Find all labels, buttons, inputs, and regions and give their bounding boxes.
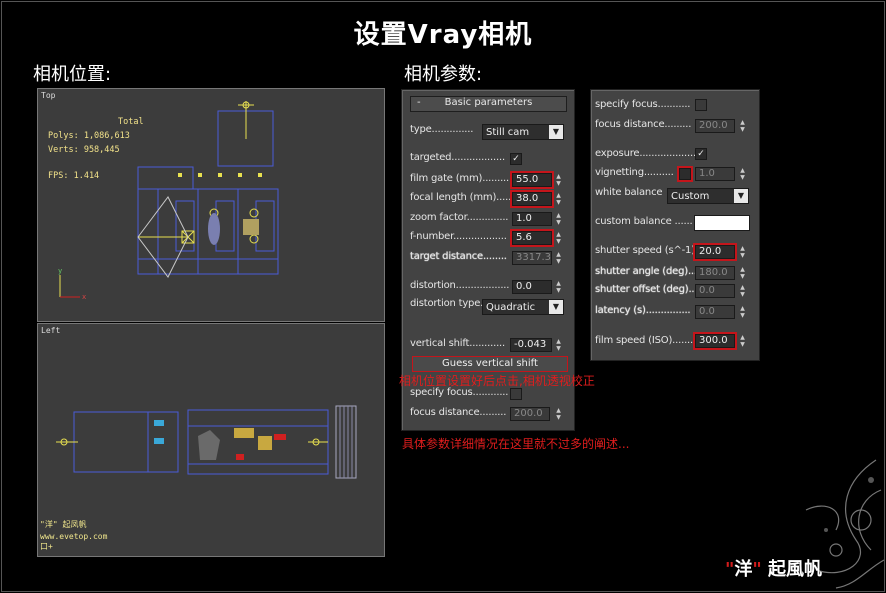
camera-params-heading: 相机参数: <box>404 64 483 85</box>
page-title: 设置Vray相机 <box>353 20 533 50</box>
f-number-label: f-number.................. <box>410 231 507 242</box>
params-note-annotation: 具体参数详细情况在这里就不过多的阐述... <box>402 437 630 451</box>
target-distance-spinner[interactable]: ▲ ▼ <box>555 251 562 265</box>
exposure-label: exposure................... <box>595 148 696 159</box>
basic-parameters-rollout[interactable]: - Basic parameters <box>410 96 567 112</box>
exposure-checkbox[interactable]: ✓ <box>695 148 707 160</box>
film-gate-input[interactable]: 55.0 <box>510 171 554 189</box>
film-speed-spinner[interactable]: ▲ ▼ <box>739 334 746 348</box>
specify-focus-checkbox[interactable] <box>510 388 522 400</box>
shutter-speed-input[interactable]: 20.0 <box>693 243 737 261</box>
chevron-down-icon[interactable]: ▼ <box>734 189 748 203</box>
vignetting-input[interactable]: 1.0 <box>695 167 735 181</box>
latency-label: latency (s)............... <box>595 305 691 316</box>
distortion-label: distortion.................. <box>410 280 510 291</box>
vignetting-spinner[interactable]: ▲ ▼ <box>739 167 746 181</box>
focus-distance-label: focus distance......... <box>410 407 507 418</box>
signature-name-2: 起風帆 <box>761 559 823 580</box>
film-gate-spinner[interactable]: ▲ ▼ <box>555 173 562 187</box>
vertical-shift-label: vertical shift............ <box>410 338 506 349</box>
viewport-top[interactable]: Top Total Polys: 1,086,613 Verts: 958,44… <box>37 88 385 322</box>
signature-quote-open: " <box>725 559 735 580</box>
shutter-angle-input[interactable]: 180.0 <box>695 266 735 280</box>
focus-distance-input-b[interactable]: 200.0 <box>695 119 735 133</box>
shutter-offset-label: shutter offset (deg).. <box>595 284 695 295</box>
distortion-input[interactable]: 0.0 <box>512 280 552 294</box>
shutter-offset-input[interactable]: 0.0 <box>695 284 735 298</box>
film-speed-label: film speed (ISO)........ <box>595 335 696 346</box>
viewport-left[interactable]: Left "洋" 起凤帆 www.evetop.com 口+ <box>37 323 385 557</box>
shutter-angle-label: shutter angle (deg)... <box>595 266 697 277</box>
focal-length-input[interactable]: 38.0 <box>510 190 554 208</box>
author-signature: "洋" 起風帆 <box>725 555 822 581</box>
film-gate-label: film gate (mm)........... <box>410 173 515 184</box>
vertical-shift-input[interactable]: -0.043 <box>510 338 552 352</box>
shutter-speed-label: shutter speed (s^-1). <box>595 245 698 256</box>
camera-type-value: Still cam <box>486 127 530 138</box>
distortion-spinner[interactable]: ▲ ▼ <box>555 280 562 294</box>
white-balance-label: white balance <box>595 187 663 198</box>
top-view-floorplan: y x <box>58 101 279 301</box>
watermark-name: "洋" 起凤帆 <box>40 520 87 529</box>
distortion-type-value: Quadratic <box>486 302 536 313</box>
focus-distance-input[interactable]: 200.0 <box>510 407 550 421</box>
shutter-speed-spinner[interactable]: ▲ ▼ <box>739 245 746 259</box>
guess-shift-annotation: 相机位置设置好后点击,相机透视校正 <box>399 374 595 388</box>
zoom-factor-spinner[interactable]: ▲ ▼ <box>555 212 562 226</box>
custom-balance-label: custom balance ...... <box>595 216 693 227</box>
watermark-url: www.evetop.com <box>40 532 108 541</box>
chevron-down-icon[interactable]: ▼ <box>549 300 563 314</box>
exposure-panel: specify focus........... focus distance.… <box>590 89 760 361</box>
specify-focus-checkbox-b[interactable] <box>695 99 707 111</box>
white-balance-value: Custom <box>671 191 710 202</box>
watermark-mark: 口+ <box>40 542 53 551</box>
targeted-checkbox[interactable]: ✓ <box>510 153 522 165</box>
signature-name-1: 洋 <box>734 559 753 580</box>
focus-distance-spinner-b[interactable]: ▲ ▼ <box>739 119 746 133</box>
shutter-angle-spinner[interactable]: ▲ ▼ <box>739 266 746 280</box>
left-view-elevation <box>56 405 357 479</box>
custom-balance-swatch[interactable] <box>694 215 750 231</box>
focal-length-spinner[interactable]: ▲ ▼ <box>555 192 562 206</box>
shutter-offset-spinner[interactable]: ▲ ▼ <box>739 284 746 298</box>
targeted-label: targeted.................. <box>410 152 505 163</box>
camera-type-dropdown[interactable]: Still cam ▼ <box>482 124 564 140</box>
film-speed-input[interactable]: 300.0 <box>693 332 737 350</box>
target-distance-label: target distance........ <box>410 251 507 262</box>
focus-distance-spinner[interactable]: ▲ ▼ <box>555 407 562 421</box>
f-number-input[interactable]: 5.6 <box>510 229 554 247</box>
target-distance-input[interactable]: 3317.3 <box>512 251 552 265</box>
rollout-title: Basic parameters <box>444 97 533 108</box>
focal-length-label: focal length (mm)..... <box>410 192 512 203</box>
svg-text:x: x <box>82 293 86 301</box>
distortion-type-dropdown[interactable]: Quadratic ▼ <box>482 299 564 315</box>
signature-quote-close: " <box>752 559 762 580</box>
vignetting-checkbox[interactable] <box>677 166 693 182</box>
chevron-down-icon[interactable]: ▼ <box>549 125 563 139</box>
focus-distance-label-b: focus distance......... <box>595 119 692 130</box>
zoom-factor-label: zoom factor.............. <box>410 212 509 223</box>
white-balance-dropdown[interactable]: Custom ▼ <box>667 188 749 204</box>
latency-input[interactable]: 0.0 <box>695 305 735 319</box>
specify-focus-label-b: specify focus........... <box>595 99 691 110</box>
f-number-spinner[interactable]: ▲ ▼ <box>555 231 562 245</box>
vignetting-label: vignetting.......... <box>595 167 674 178</box>
distortion-type-label: distortion type. <box>410 298 484 309</box>
svg-text:y: y <box>58 267 62 275</box>
zoom-factor-input[interactable]: 1.0 <box>512 212 552 226</box>
camera-position-heading: 相机位置: <box>33 64 112 85</box>
guess-vertical-shift-button[interactable]: Guess vertical shift <box>412 356 568 372</box>
type-label: type.............. <box>410 124 474 135</box>
latency-spinner[interactable]: ▲ ▼ <box>739 305 746 319</box>
vertical-shift-spinner[interactable]: ▲ ▼ <box>555 338 562 352</box>
